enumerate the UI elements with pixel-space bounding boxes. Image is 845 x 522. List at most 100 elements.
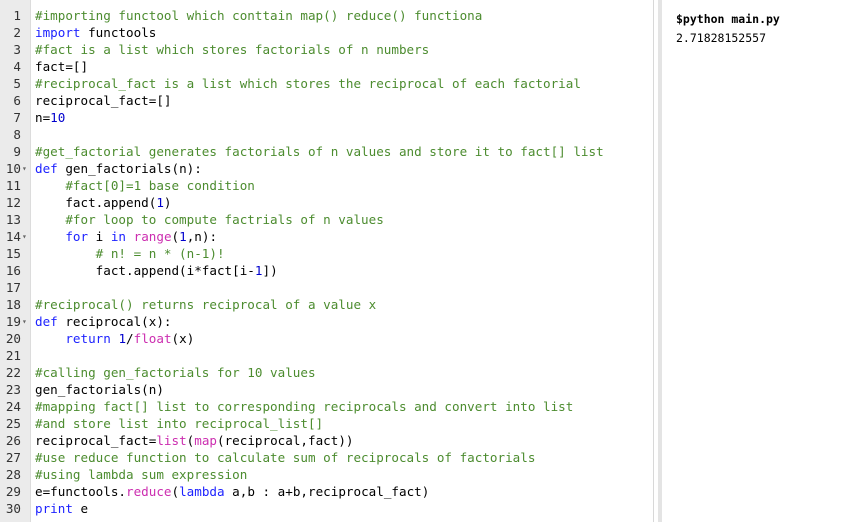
code-token-comment: #fact[0]=1 base condition bbox=[35, 178, 255, 193]
line-number: 3 bbox=[13, 42, 21, 57]
line-number: 2 bbox=[13, 25, 21, 40]
code-token-comment: #fact is a list which stores factorials … bbox=[35, 42, 430, 57]
code-line: 22 #calling gen_factorials for 10 values bbox=[0, 364, 653, 381]
code-line: 24 #mapping fact[] list to corresponding … bbox=[0, 398, 653, 415]
line-number: 5 bbox=[13, 76, 21, 91]
line-number: 15 bbox=[5, 246, 21, 261]
code-line: 17 bbox=[0, 279, 653, 296]
code-token-plain: fact=[] bbox=[35, 59, 89, 74]
line-number: 14 bbox=[5, 229, 21, 244]
line-number: 21 bbox=[5, 348, 21, 363]
code-line: 23 gen_factorials(n) bbox=[0, 381, 653, 398]
line-number: 11 bbox=[5, 178, 21, 193]
code-token-plain: e=functools. bbox=[35, 484, 126, 499]
code-line: 20 return 1/float(x) bbox=[0, 330, 653, 347]
line-number: 12 bbox=[5, 195, 21, 210]
fold-arrow-icon[interactable]: ▾ bbox=[22, 313, 27, 330]
code-text: return 1/float(x) bbox=[35, 330, 194, 347]
code-token-comment: #reciprocal() returns reciprocal of a va… bbox=[35, 297, 377, 312]
fold-arrow-icon[interactable]: ▾ bbox=[22, 160, 27, 177]
code-token-comment: #for loop to compute factrials of n valu… bbox=[35, 212, 384, 227]
code-token-keyword: in bbox=[110, 229, 127, 244]
code-line: 15 # n! = n * (n-1)! bbox=[0, 245, 653, 262]
code-line: 9 #get_factorial generates factorials of … bbox=[0, 143, 653, 160]
code-text: fact.append(1) bbox=[35, 194, 172, 211]
code-text: fact.append(i*fact[i-1]) bbox=[35, 262, 278, 279]
code-token-comment: #get_factorial generates factorials of n… bbox=[35, 144, 604, 159]
code-line: 11 #fact[0]=1 base condition bbox=[0, 177, 653, 194]
code-token-comment: # n! = n * (n-1)! bbox=[35, 246, 225, 261]
code-line: 6 reciprocal_fact=[] bbox=[0, 92, 653, 109]
code-text: e=functools.reduce(lambda a,b : a+b,reci… bbox=[35, 483, 429, 500]
code-text: #get_factorial generates factorials of n… bbox=[35, 143, 604, 160]
code-line: 26 reciprocal_fact=list(map(reciprocal,fa… bbox=[0, 432, 653, 449]
code-token-plain: ( bbox=[171, 484, 180, 499]
line-number: 7 bbox=[13, 110, 21, 125]
line-number: 19 bbox=[5, 314, 21, 329]
line-number: 4 bbox=[13, 59, 21, 74]
code-line: 27 #use reduce function to calculate sum … bbox=[0, 449, 653, 466]
code-text: #using lambda sum expression bbox=[35, 466, 247, 483]
code-line: 18 #reciprocal() returns reciprocal of a … bbox=[0, 296, 653, 313]
line-number: 23 bbox=[5, 382, 21, 397]
code-token-keyword: print bbox=[35, 501, 73, 516]
code-text: gen_factorials(n) bbox=[35, 381, 164, 398]
code-text: #importing functool which conttain map()… bbox=[35, 7, 482, 24]
code-token-builtin: reduce bbox=[126, 484, 172, 499]
code-token-builtin: float bbox=[133, 331, 172, 346]
code-token-keyword: def bbox=[35, 161, 58, 176]
code-editor[interactable]: 1 #importing functool which conttain map(… bbox=[0, 0, 653, 522]
line-number: 24 bbox=[5, 399, 21, 414]
line-number: 27 bbox=[5, 450, 21, 465]
line-number: 18 bbox=[5, 297, 21, 312]
code-token-plain: ) bbox=[163, 195, 172, 210]
code-text: # n! = n * (n-1)! bbox=[35, 245, 225, 262]
code-text: #fact is a list which stores factorials … bbox=[35, 41, 429, 58]
code-token-number: 1 bbox=[118, 331, 127, 346]
code-token-builtin: map bbox=[194, 433, 218, 448]
code-line: 10 ▾ def gen_factorials(n): bbox=[0, 160, 653, 177]
code-text: #calling gen_factorials for 10 values bbox=[35, 364, 316, 381]
code-token-comment: #and store list into reciprocal_list[] bbox=[35, 416, 324, 431]
line-number: 20 bbox=[5, 331, 21, 346]
code-line: 3 #fact is a list which stores factorials… bbox=[0, 41, 653, 58]
code-token-plain: gen_factorials(n) bbox=[35, 382, 164, 397]
code-text: reciprocal_fact=list(map(reciprocal,fact… bbox=[35, 432, 354, 449]
line-number: 28 bbox=[5, 467, 21, 482]
code-text: import functools bbox=[35, 24, 156, 41]
code-lines: 1 #importing functool which conttain map(… bbox=[0, 7, 653, 517]
code-text: #fact[0]=1 base condition bbox=[35, 177, 255, 194]
code-token-builtin: range bbox=[133, 229, 172, 244]
code-text: for i in range(1,n): bbox=[35, 228, 217, 245]
code-line: 5 #reciprocal_fact is a list which stores… bbox=[0, 75, 653, 92]
code-line: 7 n=10 bbox=[0, 109, 653, 126]
line-number: 8 bbox=[13, 127, 21, 142]
line-number: 10 bbox=[5, 161, 21, 176]
code-text: #use reduce function to calculate sum of… bbox=[35, 449, 535, 466]
code-line: 2 import functools bbox=[0, 24, 653, 41]
code-token-plain: (reciprocal,fact)) bbox=[217, 433, 354, 448]
code-token-number: 10 bbox=[50, 110, 66, 125]
terminal-panel[interactable]: $python main.py 2.71828152557 bbox=[662, 0, 845, 522]
code-token-plain: n= bbox=[35, 110, 51, 125]
code-text: def reciprocal(x): bbox=[35, 313, 171, 330]
code-line: 21 bbox=[0, 347, 653, 364]
code-line: 8 bbox=[0, 126, 653, 143]
fold-arrow-icon[interactable]: ▾ bbox=[22, 228, 27, 245]
code-text: reciprocal_fact=[] bbox=[35, 92, 171, 109]
line-number: 1 bbox=[13, 8, 21, 23]
code-text: n=10 bbox=[35, 109, 65, 126]
code-token-comment: #reciprocal_fact is a list which stores … bbox=[35, 76, 581, 91]
code-token-number: 1 bbox=[179, 229, 187, 244]
code-token-keyword: import bbox=[35, 25, 81, 40]
code-token-plain: i bbox=[88, 229, 111, 244]
code-token-plain: ]) bbox=[262, 263, 278, 278]
code-token-plain: gen_factorials(n): bbox=[57, 161, 202, 176]
line-number: 13 bbox=[5, 212, 21, 227]
line-number: 26 bbox=[5, 433, 21, 448]
line-number: 16 bbox=[5, 263, 21, 278]
code-token-plain: ,n): bbox=[186, 229, 218, 244]
terminal-command: $python main.py bbox=[676, 12, 780, 26]
